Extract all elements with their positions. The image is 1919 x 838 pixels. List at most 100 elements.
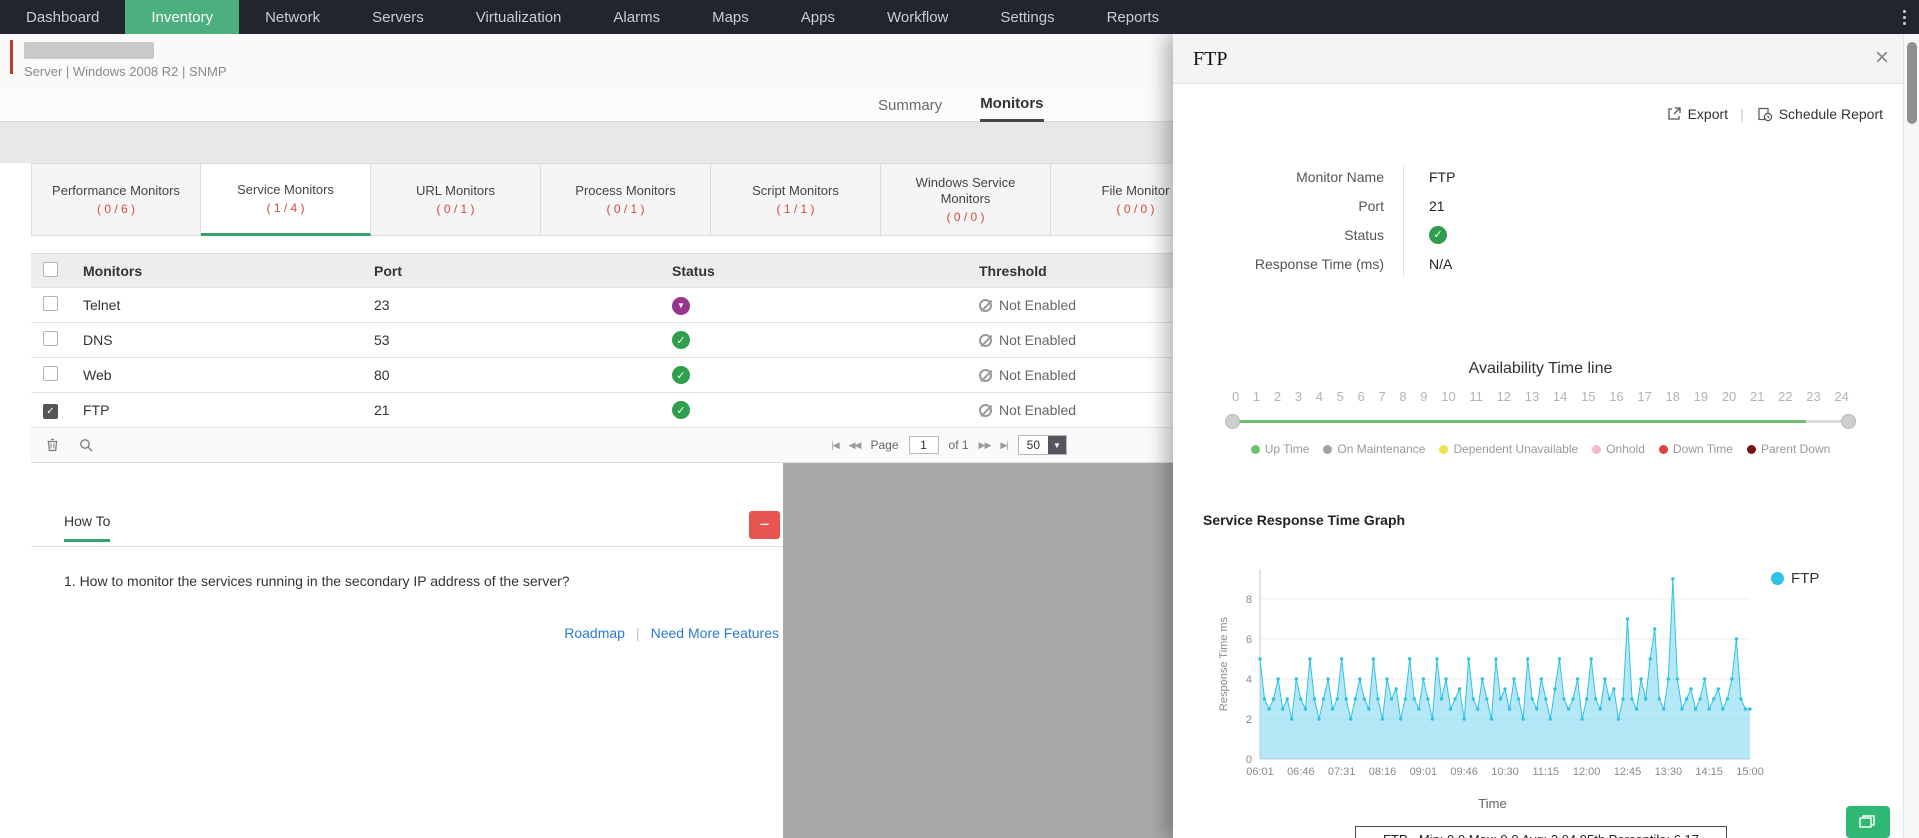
monitor-name: DNS bbox=[83, 332, 113, 348]
tab-file-monitor[interactable]: File Monitor ( 0 / 0 ) bbox=[1051, 163, 1173, 236]
threshold-text: Not Enabled bbox=[999, 402, 1077, 418]
detail-value: FTP bbox=[1429, 168, 1456, 185]
row-checkbox[interactable] bbox=[43, 331, 58, 346]
svg-text:14:15: 14:15 bbox=[1695, 766, 1723, 778]
timeline-hour-label: 1 bbox=[1252, 389, 1261, 404]
timeline-hour-label: 10 bbox=[1441, 389, 1456, 404]
timeline-handle-start[interactable] bbox=[1225, 414, 1240, 429]
monitors-card: Performance Monitors ( 0 / 6 ) Service M… bbox=[31, 163, 1173, 463]
top-navigation: Dashboard Inventory Network Servers Virt… bbox=[0, 0, 1919, 34]
table-footer: |◀ ◀◀ Page of 1 ▶▶ ▶| 50 ▼ bbox=[31, 428, 1173, 463]
status-up-icon: ✓ bbox=[672, 366, 690, 385]
row-checkbox[interactable] bbox=[43, 296, 58, 311]
svg-text:09:46: 09:46 bbox=[1450, 766, 1478, 778]
svg-text:12:00: 12:00 bbox=[1573, 766, 1601, 778]
row-checkbox[interactable] bbox=[43, 366, 58, 381]
nav-item-alarms[interactable]: Alarms bbox=[587, 0, 686, 34]
threshold-text: Not Enabled bbox=[999, 332, 1077, 348]
timeline-hour-label: 7 bbox=[1378, 389, 1386, 404]
page-input[interactable] bbox=[908, 436, 939, 454]
tab-script-monitors[interactable]: Script Monitors ( 1 / 1 ) bbox=[711, 163, 881, 236]
first-page-button[interactable]: |◀ bbox=[831, 440, 839, 451]
tab-performance-monitors[interactable]: Performance Monitors ( 0 / 6 ) bbox=[31, 163, 201, 236]
timeline-hour-label: 21 bbox=[1749, 389, 1765, 404]
detail-label: Port bbox=[1358, 197, 1384, 214]
monitor-name: Web bbox=[83, 367, 112, 383]
schedule-report-button[interactable]: Schedule Report bbox=[1756, 106, 1883, 122]
server-type-line: Server | Windows 2008 R2 | SNMP bbox=[24, 64, 227, 79]
availability-title: Availability Time line bbox=[1468, 360, 1613, 377]
roadmap-link[interactable]: Roadmap bbox=[564, 625, 625, 641]
legend-item: Dependent Unavailable bbox=[1439, 442, 1578, 456]
response-time-chart: 0 2 4 6 8 06:01 06:46 07:31 08:16 09:01 09:46 10:30… bbox=[1218, 569, 1764, 778]
timeline-hour-label: 15 bbox=[1581, 389, 1596, 404]
svg-text:6: 6 bbox=[1246, 634, 1252, 646]
nav-item-settings[interactable]: Settings bbox=[974, 0, 1080, 34]
svg-text:08:16: 08:16 bbox=[1369, 766, 1397, 778]
table-row: ✓ FTP 21 ✓ Not Enabled bbox=[31, 393, 1173, 428]
svg-text:11:15: 11:15 bbox=[1532, 766, 1559, 778]
search-icon[interactable] bbox=[78, 437, 94, 453]
timeline-handle-end[interactable] bbox=[1841, 414, 1856, 429]
tab-summary[interactable]: Summary bbox=[878, 88, 942, 122]
svg-text:Response Time ms: Response Time ms bbox=[1218, 616, 1230, 711]
chart-summary-box: FTP - Min: 0.0 Max: 9.0 Avg: 2.94 95th P… bbox=[1355, 826, 1727, 838]
tab-url-monitors[interactable]: URL Monitors ( 0 / 1 ) bbox=[371, 163, 541, 236]
last-page-button[interactable]: ▶| bbox=[1000, 440, 1008, 451]
nav-item-maps[interactable]: Maps bbox=[686, 0, 775, 34]
server-name-redacted bbox=[24, 42, 154, 59]
export-button[interactable]: Export bbox=[1666, 106, 1728, 122]
timeline-hour-label: 22 bbox=[1778, 389, 1793, 404]
availability-hour-scale: 0 1 2 3 4 5 6 7 8 9 10 11 12 13 14 15 16 17 18 19 20 21 22 23 24 bbox=[1232, 389, 1849, 404]
timeline-hour-label: 3 bbox=[1294, 389, 1302, 404]
timeline-hour-label: 13 bbox=[1524, 389, 1540, 404]
next-page-button[interactable]: ▶▶ bbox=[979, 440, 992, 451]
legend-item: On Maintenance bbox=[1323, 442, 1425, 456]
tab-monitors[interactable]: Monitors bbox=[980, 88, 1044, 122]
svg-text:8: 8 bbox=[1246, 594, 1252, 606]
dimmed-background bbox=[783, 463, 1173, 838]
nav-item-virtualization[interactable]: Virtualization bbox=[450, 0, 588, 34]
nav-item-inventory[interactable]: Inventory bbox=[125, 0, 240, 34]
monitor-port: 21 bbox=[374, 402, 390, 418]
table-row: Telnet 23 ▼ Not Enabled bbox=[31, 288, 1173, 323]
status-down-icon: ▼ bbox=[672, 296, 690, 315]
tab-how-to[interactable]: How To bbox=[64, 513, 111, 542]
legend-item: Down Time bbox=[1658, 442, 1733, 456]
timeline-hour-label: 18 bbox=[1665, 389, 1680, 404]
nav-item-dashboard[interactable]: Dashboard bbox=[0, 0, 125, 34]
action-separator: | bbox=[1740, 106, 1744, 122]
page-label: Page bbox=[870, 438, 899, 452]
chart-x-axis-label: Time bbox=[1478, 796, 1507, 811]
monitor-port: 53 bbox=[374, 332, 390, 348]
monitor-detail-panel: FTP × Export | Schedule Report Monitor N… bbox=[1173, 34, 1919, 838]
delete-icon[interactable] bbox=[45, 437, 60, 453]
column-header-threshold: Threshold bbox=[979, 262, 1047, 279]
row-checkbox[interactable]: ✓ bbox=[43, 404, 58, 419]
schedule-report-icon bbox=[1758, 107, 1772, 122]
select-all-checkbox[interactable] bbox=[43, 261, 58, 277]
tab-process-monitors[interactable]: Process Monitors ( 0 / 1 ) bbox=[541, 163, 711, 236]
timeline-hour-label: 11 bbox=[1469, 389, 1483, 404]
svg-text:2: 2 bbox=[1246, 714, 1252, 726]
column-header-status: Status bbox=[672, 262, 715, 279]
prev-page-button[interactable]: ◀◀ bbox=[849, 440, 862, 451]
nav-item-workflow[interactable]: Workflow bbox=[861, 0, 974, 34]
page-size-select[interactable]: 50 ▼ bbox=[1017, 435, 1067, 455]
threshold-text: Not Enabled bbox=[999, 297, 1077, 313]
report-fab-button[interactable] bbox=[1846, 806, 1890, 838]
nav-item-servers[interactable]: Servers bbox=[346, 0, 450, 34]
close-icon[interactable]: × bbox=[1875, 44, 1889, 72]
detail-label: Status bbox=[1344, 226, 1384, 243]
status-up-icon: ✓ bbox=[1429, 225, 1447, 244]
tab-service-monitors[interactable]: Service Monitors ( 1 / 4 ) bbox=[201, 163, 371, 236]
nav-item-network[interactable]: Network bbox=[239, 0, 346, 34]
nav-item-reports[interactable]: Reports bbox=[1081, 0, 1186, 34]
nav-item-apps[interactable]: Apps bbox=[775, 0, 861, 34]
scrollbar-thumb[interactable] bbox=[1907, 42, 1917, 124]
overflow-menu-icon[interactable] bbox=[1895, 7, 1913, 27]
timeline-hour-label: 19 bbox=[1693, 389, 1709, 404]
collapse-widget-button[interactable]: − bbox=[749, 511, 780, 539]
tab-windows-service-monitors[interactable]: Windows Service Monitors ( 0 / 0 ) bbox=[881, 163, 1051, 236]
need-more-features-link[interactable]: Need More Features bbox=[651, 625, 779, 641]
